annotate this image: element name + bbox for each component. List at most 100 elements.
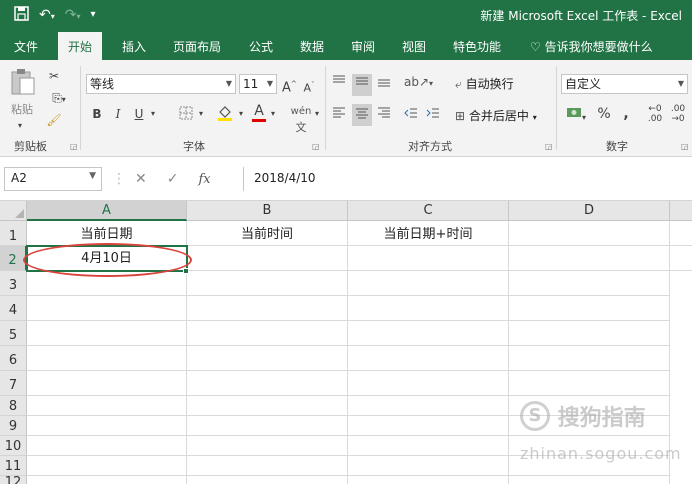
cell-a12[interactable] (27, 476, 187, 484)
row-header-8[interactable]: 8 (0, 396, 27, 416)
align-right-icon[interactable] (375, 106, 393, 126)
cell-b8[interactable] (187, 396, 348, 416)
tab-special-features[interactable]: 特色功能 (453, 38, 501, 55)
tab-insert[interactable]: 插入 (122, 38, 146, 55)
increase-decimal-icon[interactable]: ←0.00 (645, 104, 665, 124)
column-header-b[interactable]: B (187, 201, 348, 221)
tab-home[interactable]: 开始 (58, 32, 103, 60)
cell-a4[interactable] (27, 296, 187, 321)
row-header-2[interactable]: 2 (0, 246, 27, 271)
cell-d1[interactable] (509, 221, 670, 246)
currency-format-icon[interactable]: ▾ (563, 106, 589, 126)
cell-c7[interactable] (348, 371, 509, 396)
percent-button[interactable]: % (596, 106, 612, 122)
italic-button[interactable]: I (111, 106, 125, 122)
cell-c4[interactable] (348, 296, 509, 321)
tab-page-layout[interactable]: 页面布局 (173, 38, 221, 55)
cell-d5[interactable] (509, 321, 670, 346)
format-painter-icon[interactable]: 🖌 (46, 112, 62, 128)
select-all-button[interactable] (0, 201, 27, 221)
copy-icon[interactable]: ⎘▾ (46, 90, 72, 108)
customize-qat-icon[interactable]: ▾ (91, 6, 96, 24)
cell-b7[interactable] (187, 371, 348, 396)
cell-d3[interactable] (509, 271, 670, 296)
cell-b10[interactable] (187, 436, 348, 456)
cell-c12[interactable] (348, 476, 509, 484)
underline-dropdown-icon[interactable]: ▾ (148, 106, 158, 122)
tab-view[interactable]: 视图 (402, 38, 426, 55)
cell-b11[interactable] (187, 456, 348, 476)
align-top-icon[interactable] (330, 74, 348, 94)
cell-e2[interactable] (670, 246, 692, 271)
cell-d4[interactable] (509, 296, 670, 321)
cell-c1[interactable]: 当前日期+时间 (348, 221, 509, 246)
tab-file[interactable]: 文件 (14, 38, 38, 55)
cell-c2[interactable] (348, 246, 509, 271)
cancel-icon[interactable]: ✕ (135, 171, 147, 187)
number-launcher-icon[interactable]: ◲ (681, 142, 689, 151)
cut-icon[interactable]: ✂ (46, 68, 62, 84)
fill-color-icon[interactable] (214, 104, 236, 126)
phonetic-dropdown-icon[interactable]: ▾ (312, 106, 322, 122)
redo-icon[interactable]: ↷▾ (65, 6, 81, 24)
column-header-c[interactable]: C (348, 201, 509, 221)
cell-b4[interactable] (187, 296, 348, 321)
cell-a2[interactable]: 4月10日 (27, 246, 187, 271)
cell-b2[interactable] (187, 246, 348, 271)
row-header-9[interactable]: 9 (0, 416, 27, 436)
cell-c5[interactable] (348, 321, 509, 346)
column-header-a[interactable]: A (27, 201, 187, 221)
paste-icon[interactable] (8, 68, 38, 98)
cell-a5[interactable] (27, 321, 187, 346)
cell-e1[interactable] (670, 221, 692, 246)
font-color-icon[interactable]: A (250, 103, 268, 122)
cell-c10[interactable] (348, 436, 509, 456)
font-size-dropdown[interactable]: 11 ▼ (239, 74, 277, 94)
phonetic-guide-icon[interactable]: wén 文 (290, 104, 312, 137)
paste-dropdown-icon[interactable]: ▾ (18, 118, 22, 134)
font-color-dropdown-icon[interactable]: ▾ (268, 106, 278, 122)
cell-a7[interactable] (27, 371, 187, 396)
row-header-4[interactable]: 4 (0, 296, 27, 321)
cell-c6[interactable] (348, 346, 509, 371)
name-box[interactable]: A2 ▼ (4, 167, 102, 191)
row-header-3[interactable]: 3 (0, 271, 27, 296)
cell-a11[interactable] (27, 456, 187, 476)
decrease-decimal-icon[interactable]: .00 →0 (668, 104, 688, 124)
row-header-5[interactable]: 5 (0, 321, 27, 346)
tab-data[interactable]: 数据 (300, 38, 324, 55)
row-header-1[interactable]: 1 (0, 221, 27, 246)
cell-d7[interactable] (509, 371, 670, 396)
clipboard-launcher-icon[interactable]: ◲ (70, 142, 78, 151)
increase-font-icon[interactable]: A^ (282, 76, 297, 96)
borders-icon[interactable] (175, 106, 197, 124)
fill-color-dropdown-icon[interactable]: ▾ (236, 106, 246, 122)
undo-icon[interactable]: ↶▾ (39, 6, 55, 24)
underline-button[interactable]: U (132, 106, 146, 122)
decrease-font-icon[interactable]: Aˇ (302, 77, 316, 97)
row-header-7[interactable]: 7 (0, 371, 27, 396)
row-header-12[interactable]: 12 (0, 476, 27, 484)
row-header-10[interactable]: 10 (0, 436, 27, 456)
font-launcher-icon[interactable]: ◲ (312, 142, 320, 151)
cell-a6[interactable] (27, 346, 187, 371)
tab-review[interactable]: 审阅 (351, 38, 375, 55)
formula-input[interactable]: 2018/4/10 (243, 167, 692, 191)
alignment-launcher-icon[interactable]: ◲ (545, 142, 553, 151)
bold-button[interactable]: B (90, 106, 104, 122)
orientation-icon[interactable]: ab↗▾ (404, 74, 433, 92)
cell-d6[interactable] (509, 346, 670, 371)
fill-handle[interactable] (183, 268, 189, 274)
align-middle-icon[interactable] (352, 74, 372, 96)
insert-function-button[interactable]: fx (198, 172, 210, 187)
cell-a3[interactable] (27, 271, 187, 296)
cell-c11[interactable] (348, 456, 509, 476)
cell-b9[interactable] (187, 416, 348, 436)
cell-b5[interactable] (187, 321, 348, 346)
cell-d2[interactable] (509, 246, 670, 271)
row-header-11[interactable]: 11 (0, 456, 27, 476)
font-name-dropdown[interactable]: 等线 ▼ (86, 74, 236, 94)
decrease-indent-icon[interactable] (402, 106, 420, 126)
merge-center-button[interactable]: ⊞ 合并后居中 ▾ (455, 106, 537, 126)
tab-formulas[interactable]: 公式 (249, 38, 273, 55)
